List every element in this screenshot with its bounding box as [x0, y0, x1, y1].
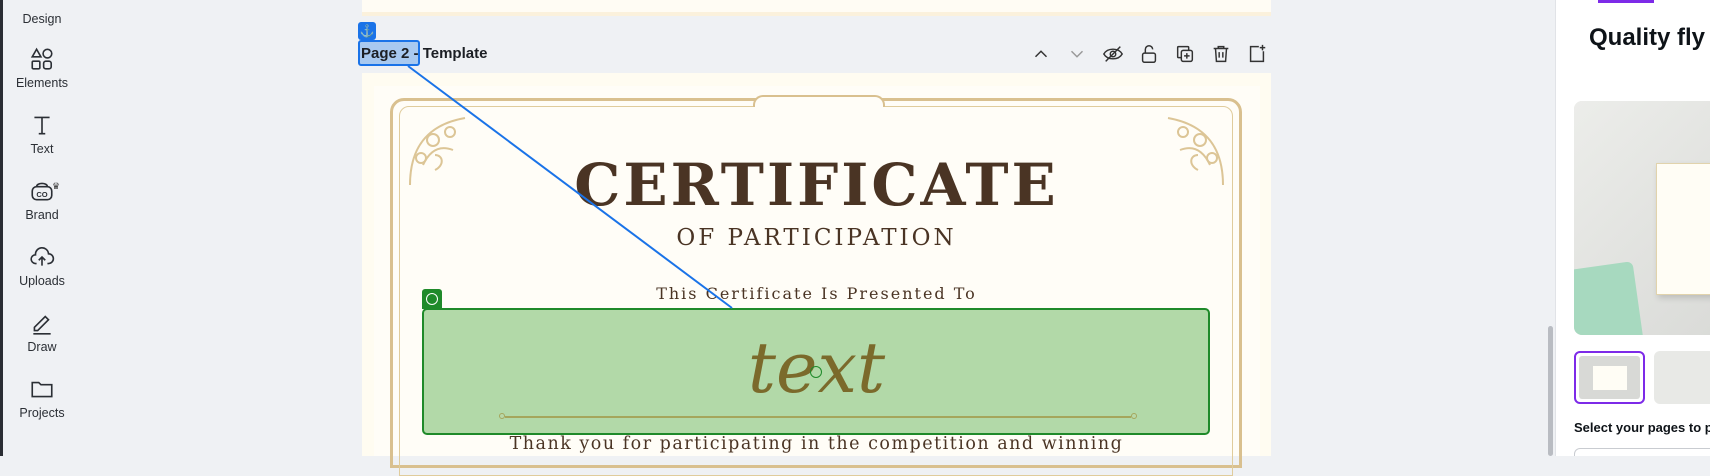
elements-icon	[30, 47, 53, 70]
page-select-field[interactable]	[1574, 448, 1710, 456]
presented-to-text[interactable]: This Certificate Is Presented To	[362, 284, 1271, 303]
product-preview-image[interactable]: CE	[1574, 101, 1710, 335]
thanks-text[interactable]: Thank you for participating in the compe…	[362, 434, 1271, 454]
lock-icon[interactable]	[1138, 43, 1160, 65]
pen-icon	[33, 315, 51, 335]
hide-icon[interactable]	[1102, 43, 1124, 65]
sidebar-item-text[interactable]: Text	[3, 112, 81, 156]
chevron-up-icon[interactable]	[1030, 43, 1052, 65]
page-title[interactable]: Page 2 - Template	[361, 45, 487, 62]
trash-icon[interactable]	[1210, 43, 1232, 65]
signature-line	[499, 413, 1137, 419]
left-sidebar: Design Elements Text ♛ CO Brand Uploads …	[0, 0, 78, 456]
upload-cloud-icon	[30, 246, 55, 266]
active-tab-indicator	[1598, 0, 1654, 3]
crown-icon: ♛	[52, 181, 61, 191]
certificate-subtitle[interactable]: OF PARTICIPATION	[362, 225, 1271, 251]
sidebar-item-label: Uploads	[19, 274, 65, 288]
sidebar-item-projects[interactable]: Projects	[3, 376, 81, 420]
preview-thumbnail[interactable]	[1654, 351, 1710, 404]
folder-icon	[31, 381, 53, 398]
chevron-down-icon[interactable]	[1066, 43, 1088, 65]
select-pages-label: Select your pages to pri	[1574, 420, 1710, 435]
sidebar-item-elements[interactable]: Elements	[3, 46, 81, 90]
anchor-icon[interactable]: ⚓	[358, 22, 376, 40]
sidebar-item-design[interactable]: Design	[3, 8, 81, 26]
right-panel: Quality fly to your CE Select your pages…	[1555, 0, 1710, 456]
center-target-icon	[810, 366, 822, 378]
previous-page[interactable]	[362, 0, 1271, 16]
sidebar-item-label: Draw	[27, 340, 57, 354]
panel-heading: Quality fly to your	[1589, 24, 1710, 51]
certificate-title[interactable]: CERTIFICATE	[362, 153, 1271, 217]
sidebar-item-draw[interactable]: Draw	[3, 310, 81, 354]
sidebar-item-label: Brand	[25, 208, 59, 222]
svg-text:CO: CO	[36, 190, 47, 199]
sidebar-item-label: Design	[22, 12, 62, 26]
sidebar-item-label: Text	[30, 142, 54, 156]
preview-thumbnail-selected[interactable]	[1574, 351, 1645, 404]
sidebar-item-brand[interactable]: ♛ CO Brand	[3, 178, 81, 222]
group-handle-icon[interactable]	[422, 289, 442, 309]
duplicate-icon[interactable]	[1174, 43, 1196, 65]
add-page-icon[interactable]	[1246, 43, 1268, 65]
sidebar-item-uploads[interactable]: Uploads	[3, 244, 81, 288]
sidebar-item-label: Elements	[15, 76, 69, 90]
scrollbar-thumb[interactable]	[1548, 326, 1553, 456]
sidebar-item-label: Projects	[19, 406, 65, 420]
border-top-ornament	[753, 95, 885, 107]
text-icon	[34, 116, 50, 135]
